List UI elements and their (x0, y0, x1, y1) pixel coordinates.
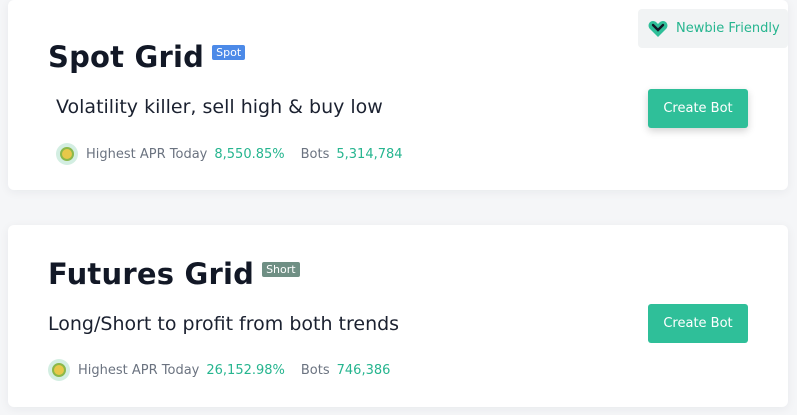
futures-create-bot-button[interactable]: Create Bot (648, 304, 748, 343)
futures-grid-stats: Highest APR Today 26,152.98% Bots 746,38… (48, 359, 390, 381)
apr-value: 26,152.98% (206, 362, 285, 378)
bots-label: Bots (300, 362, 330, 378)
spot-grid-title-row: Spot Grid Spot (48, 40, 246, 74)
futures-grid-subtitle: Long/Short to profit from both trends (48, 313, 400, 335)
bots-value: 5,314,784 (336, 146, 403, 162)
heart-icon (648, 20, 668, 37)
spot-grid-stats: Highest APR Today 8,550.85% Bots 5,314,7… (56, 143, 403, 165)
apr-value: 8,550.85% (214, 146, 285, 162)
apr-label: Highest APR Today (86, 146, 208, 162)
futures-grid-title-row: Futures Grid Short (48, 257, 300, 291)
spot-grid-title: Spot Grid (48, 40, 205, 74)
bots-label: Bots (300, 146, 330, 162)
apr-trophy-icon (48, 359, 70, 381)
spot-create-bot-button[interactable]: Create Bot (648, 89, 748, 128)
newbie-friendly-label: Newbie Friendly (676, 21, 780, 36)
futures-grid-card[interactable]: Futures Grid Short Long/Short to profit … (8, 225, 788, 407)
bots-value: 746,386 (336, 362, 391, 378)
spot-tag: Spot (212, 44, 246, 60)
spot-grid-subtitle: Volatility killer, sell high & buy low (56, 96, 383, 118)
futures-grid-title: Futures Grid (48, 257, 255, 291)
apr-trophy-icon (56, 143, 78, 165)
newbie-friendly-badge: Newbie Friendly (638, 9, 788, 48)
apr-label: Highest APR Today (78, 362, 200, 378)
short-tag: Short (262, 261, 300, 277)
